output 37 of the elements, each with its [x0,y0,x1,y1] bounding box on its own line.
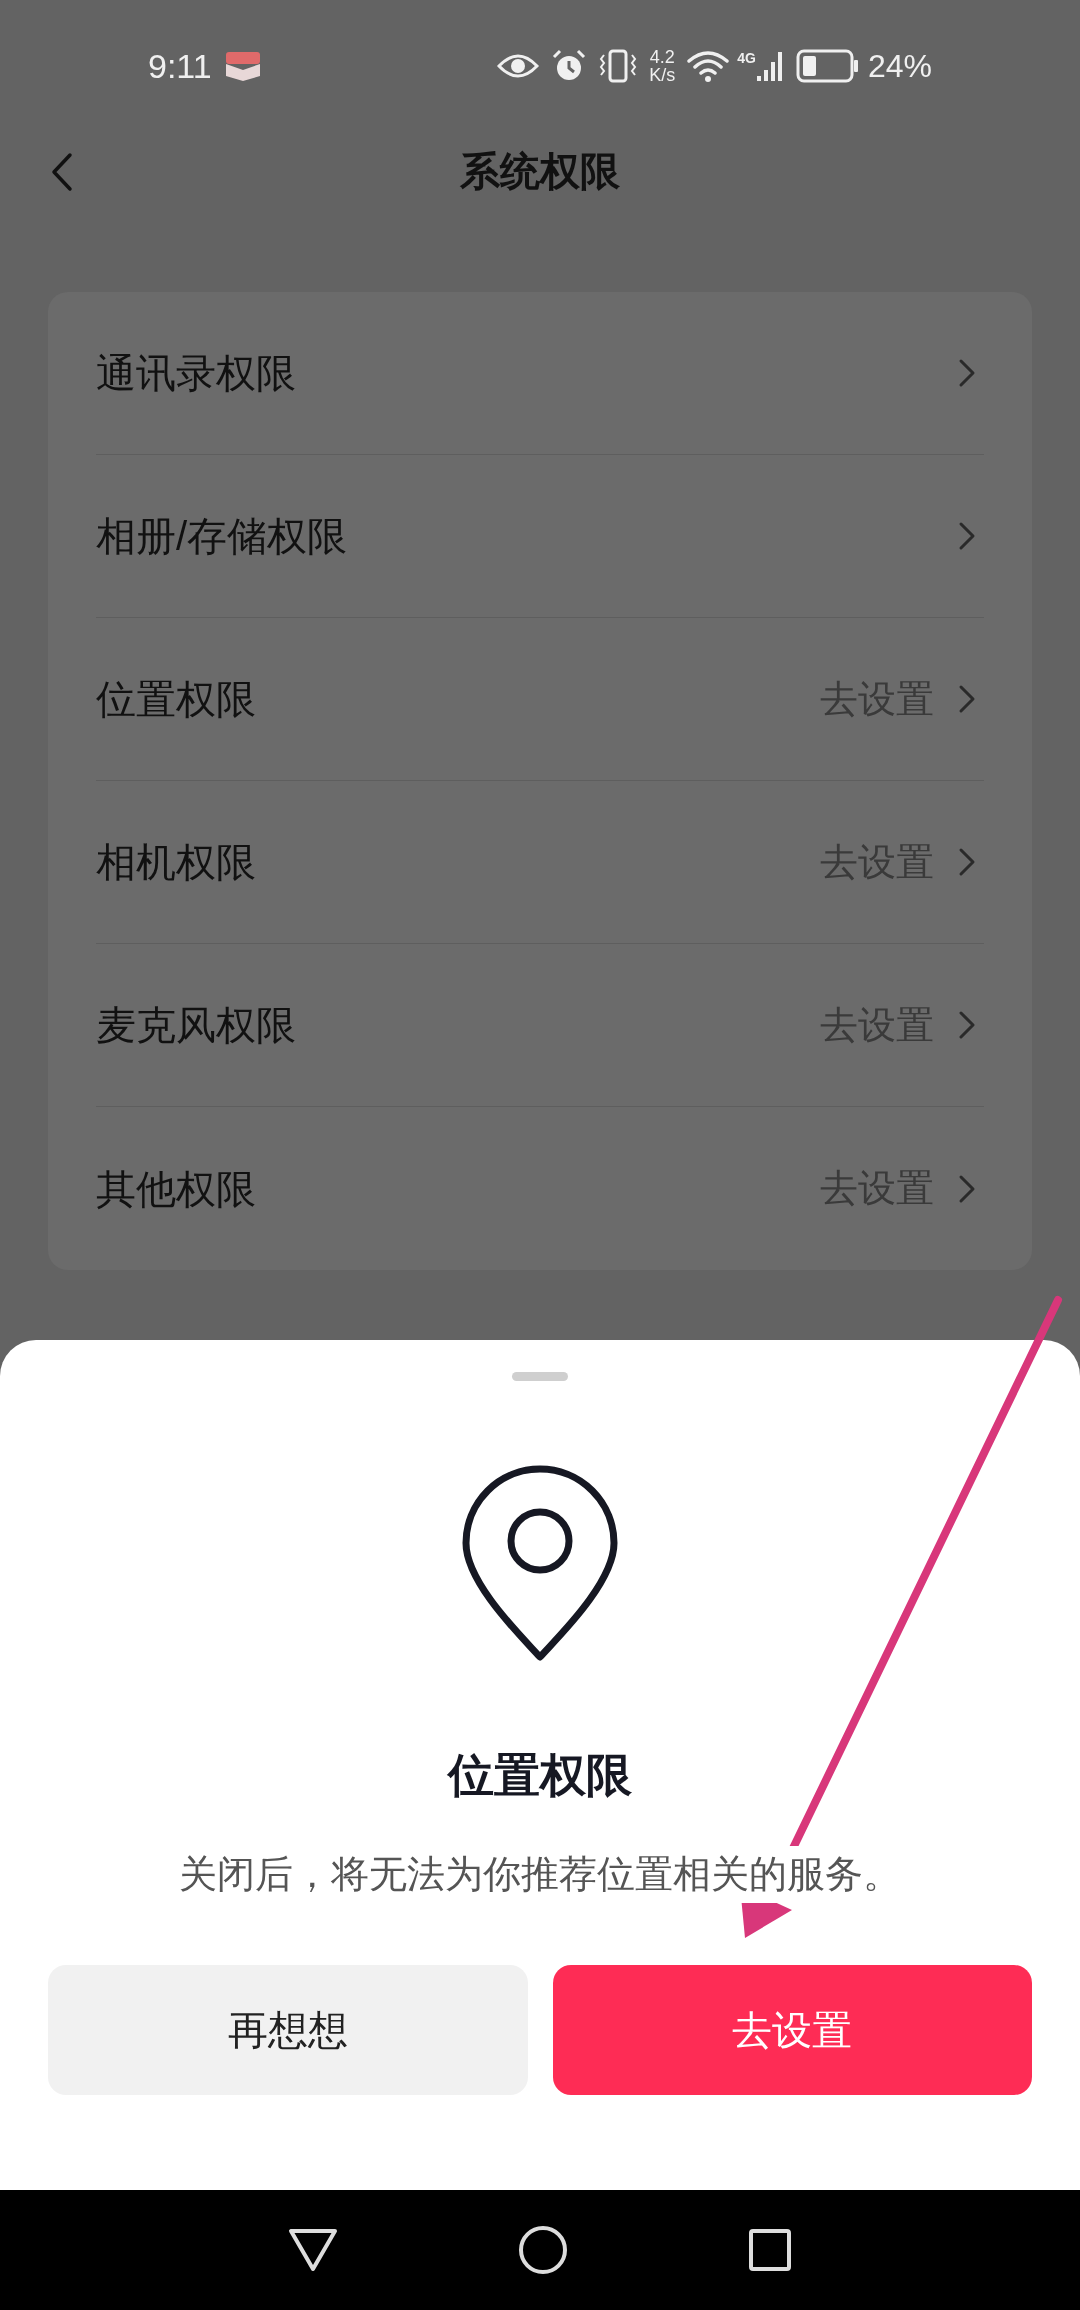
app-notification-icon [223,50,262,82]
back-icon [50,152,74,192]
back-button[interactable] [50,152,74,192]
location-pin-icon [462,1465,618,1661]
chevron-right-icon [958,684,976,714]
home-circle-icon[interactable] [518,2225,568,2275]
alarm-icon [551,49,588,83]
permission-label: 其他权限 [96,1165,257,1213]
page-title: 系统权限 [460,148,620,195]
permission-row[interactable]: 通讯录权限 [96,292,984,455]
vibrate-icon [599,49,638,83]
permission-label: 相册/存储权限 [96,513,349,560]
permission-label: 相机权限 [96,839,257,886]
back-triangle-icon[interactable] [288,2228,338,2272]
permission-label: 通讯录权限 [96,350,297,397]
chevron-right-icon [958,358,976,388]
chevron-right-icon [958,1010,976,1040]
permission-label: 位置权限 [96,676,257,723]
permission-row[interactable]: 相册/存储权限 [96,455,984,618]
status-time: 9:11 [148,45,212,87]
drag-handle[interactable] [512,1372,568,1381]
confirm-button[interactable]: 去设置 [552,1965,1032,2095]
battery-percentage: 24% [867,47,932,86]
wifi-icon [687,49,730,83]
recents-square-icon[interactable] [748,2228,792,2272]
network-type-label: 4G [737,49,756,68]
chevron-right-icon [958,1173,976,1204]
battery-icon [795,49,860,83]
permission-label: 麦克风权限 [96,1002,297,1049]
network-speed-unit: K/s [649,66,676,84]
cancel-button[interactable]: 再想想 [48,1965,528,2095]
signal-icon [755,50,784,82]
chevron-right-icon [958,521,976,551]
eye-icon [497,52,540,80]
network-speed-value: 4.2 [649,48,675,66]
chevron-right-icon [958,847,976,877]
sheet-title: 位置权限 [448,1748,632,1803]
